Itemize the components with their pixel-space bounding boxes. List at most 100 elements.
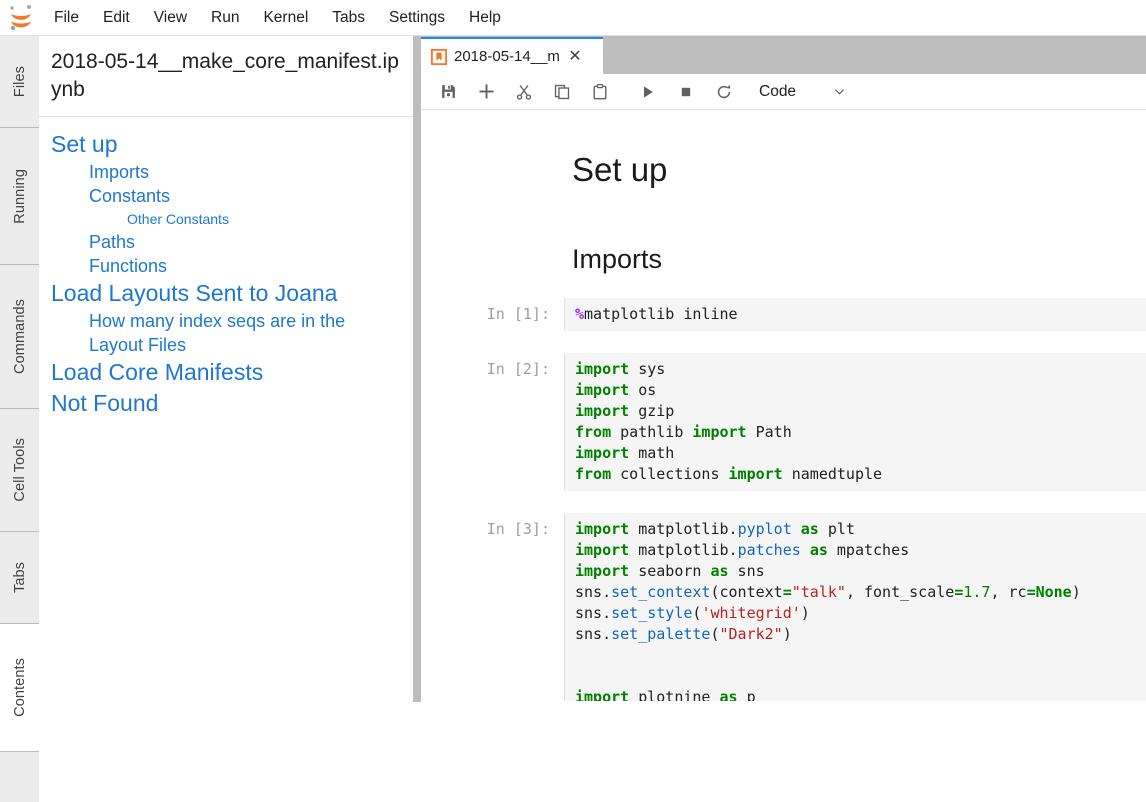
code-token: seaborn (629, 562, 710, 580)
toc-item-not-found[interactable]: Not Found (39, 388, 413, 419)
cut-cell-button[interactable] (505, 77, 543, 107)
code-token: = (954, 583, 963, 601)
sidebar-tab-tabs[interactable]: Tabs (0, 532, 39, 624)
toc-item-load-core-manifests[interactable]: Load Core Manifests (39, 357, 413, 388)
sidebar-tab-label: Tabs (12, 562, 28, 593)
code-token: matplotlib. (629, 541, 737, 559)
code-token: sns (729, 562, 765, 580)
code-token: set_palette (611, 625, 710, 643)
menu-run[interactable]: Run (199, 0, 251, 36)
code-token: p (738, 688, 756, 701)
toc-item-imports[interactable]: Imports (39, 160, 413, 184)
menu-bar: File Edit View Run Kernel Tabs Settings … (0, 0, 1146, 36)
cell-editor[interactable]: %matplotlib inline (564, 298, 1146, 331)
notebook-filename-heading: 2018-05-14__make_core_manifest.ipynb (39, 36, 413, 117)
code-token: import (692, 423, 746, 441)
code-token: as (801, 520, 819, 538)
code-token: matplotlib. (629, 520, 737, 538)
sidebar-tab-contents[interactable]: Contents (0, 624, 39, 752)
menu-kernel[interactable]: Kernel (251, 0, 320, 36)
code-token: ) (783, 625, 792, 643)
code-token: from (575, 423, 611, 441)
cell-editor[interactable]: import sys import os import gzip from pa… (564, 353, 1146, 491)
code-token: gzip (629, 402, 674, 420)
menu-edit[interactable]: Edit (91, 0, 142, 36)
menu-settings[interactable]: Settings (377, 0, 457, 36)
code-token: = (783, 583, 792, 601)
toc-item-how-many-index-seqs[interactable]: How many index seqs are in the Layout Fi… (39, 309, 413, 357)
toc-panel-scrollbar[interactable] (413, 36, 421, 702)
code-token (801, 541, 810, 559)
code-token: patches (738, 541, 801, 559)
toc-item-load-layouts-sent-to-joana[interactable]: Load Layouts Sent to Joana (39, 278, 413, 309)
code-token: sns. (575, 583, 611, 601)
code-token: sys (629, 360, 665, 378)
save-button[interactable] (429, 77, 467, 107)
sidebar-tab-label: Cell Tools (12, 438, 28, 502)
cell-prompt: In [3]: (421, 513, 564, 538)
code-token: set_context (611, 583, 710, 601)
cell-prompt: In [1]: (421, 298, 564, 323)
notebook-cell-area[interactable]: Set up Imports In [1]: %matplotlib inlin… (421, 110, 1146, 701)
sidebar-tab-label: Contents (12, 658, 28, 717)
sidebar-rail-filler (0, 752, 39, 802)
code-token: collections (611, 465, 728, 483)
code-token: as (710, 562, 728, 580)
sidebar-tab-running[interactable]: Running (0, 128, 39, 265)
restart-kernel-button[interactable] (705, 77, 743, 107)
code-cell[interactable]: In [1]: %matplotlib inline (421, 298, 1146, 331)
code-token: import (729, 465, 783, 483)
toc-item-paths[interactable]: Paths (39, 230, 413, 254)
code-token: "talk" (792, 583, 846, 601)
menu-view[interactable]: View (142, 0, 199, 36)
notebook-tab[interactable]: 2018-05-14__m ✕ (421, 37, 603, 74)
sidebar-tab-rail: Files Running Commands Cell Tools Tabs C… (0, 36, 39, 702)
copy-cell-button[interactable] (543, 77, 581, 107)
restart-icon (715, 83, 733, 101)
paste-cell-button[interactable] (581, 77, 619, 107)
code-token: , rc (990, 583, 1026, 601)
toc-item-other-constants[interactable]: Other Constants (39, 208, 413, 230)
menu-help[interactable]: Help (457, 0, 513, 36)
toc-item-constants[interactable]: Constants (39, 184, 413, 208)
sidebar-tab-files[interactable]: Files (0, 36, 39, 128)
interrupt-kernel-button[interactable] (667, 77, 705, 107)
code-token: , font_scale (846, 583, 954, 601)
code-token: import (575, 688, 629, 701)
save-icon (440, 83, 457, 100)
code-token: as (810, 541, 828, 559)
play-icon (640, 84, 656, 100)
code-token: = (1027, 583, 1036, 601)
insert-cell-button[interactable] (467, 77, 505, 107)
toc-item-set-up[interactable]: Set up (39, 129, 413, 160)
cell-editor[interactable]: import matplotlib.pyplot as plt import m… (564, 513, 1146, 701)
code-token: ) (801, 604, 810, 622)
scissors-icon (515, 83, 533, 101)
menu-tabs[interactable]: Tabs (320, 0, 377, 36)
stop-icon (679, 85, 693, 99)
code-cell[interactable]: In [2]: import sys import os import gzip… (421, 353, 1146, 491)
paste-icon (591, 83, 609, 101)
close-icon[interactable]: ✕ (566, 48, 584, 66)
copy-icon (553, 83, 571, 101)
code-token: math (629, 444, 674, 462)
code-token: ( (710, 625, 719, 643)
code-token: import (575, 541, 629, 559)
code-token: set_style (611, 604, 692, 622)
sidebar-tab-cell-tools[interactable]: Cell Tools (0, 409, 39, 532)
code-cell[interactable]: In [3]: import matplotlib.pyplot as plt … (421, 513, 1146, 701)
chevron-down-icon (832, 84, 847, 99)
code-token: plt (819, 520, 855, 538)
notebook-tab-label: 2018-05-14__m (454, 48, 560, 65)
table-of-contents-panel: 2018-05-14__make_core_manifest.ipynb Set… (39, 36, 413, 702)
run-cell-button[interactable] (629, 77, 667, 107)
menu-file[interactable]: File (42, 0, 91, 36)
code-token: as (720, 688, 738, 701)
sidebar-tab-commands[interactable]: Commands (0, 265, 39, 409)
notebook-icon (431, 49, 447, 65)
cell-type-dropdown[interactable]: Code (755, 78, 851, 106)
plus-icon (477, 82, 496, 101)
code-token: % (575, 305, 584, 323)
toc-item-functions[interactable]: Functions (39, 254, 413, 278)
code-token: import (575, 562, 629, 580)
